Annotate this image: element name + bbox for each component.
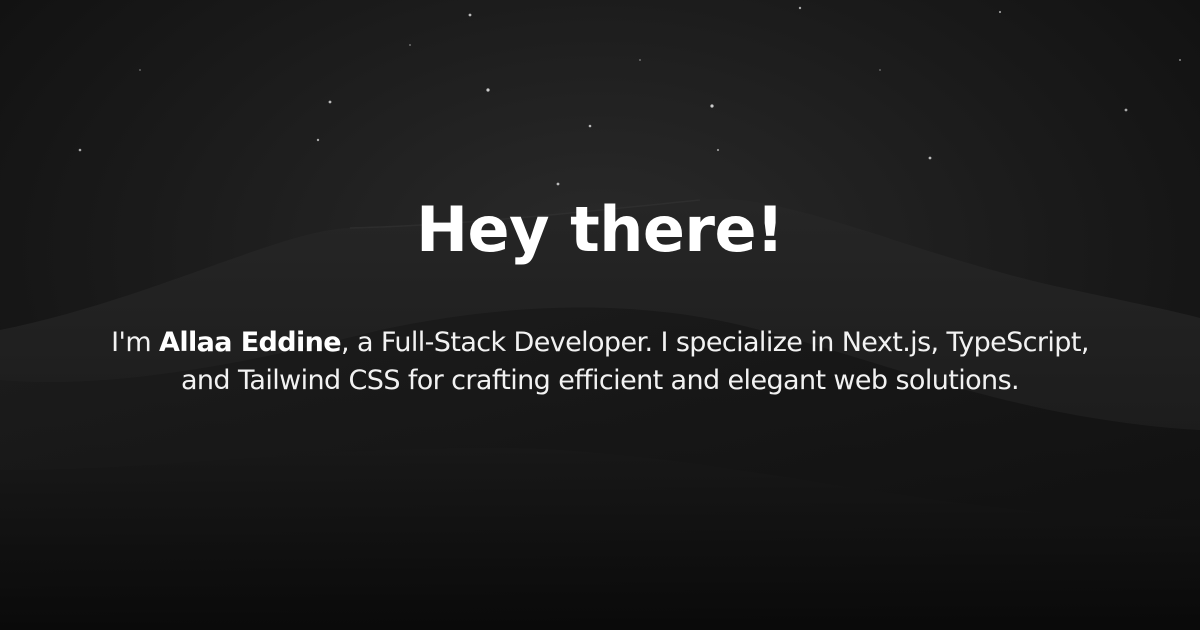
hero-content: Hey there! I'm Allaa Eddine, a Full-Stac… [0, 0, 1200, 630]
intro-prefix: I'm [111, 327, 160, 358]
developer-name: Allaa Eddine [159, 327, 342, 358]
hero-heading: Hey there! [416, 193, 784, 266]
hero-banner: Hey there! I'm Allaa Eddine, a Full-Stac… [0, 0, 1200, 630]
hero-intro: I'm Allaa Eddine, a Full-Stack Developer… [100, 324, 1100, 400]
